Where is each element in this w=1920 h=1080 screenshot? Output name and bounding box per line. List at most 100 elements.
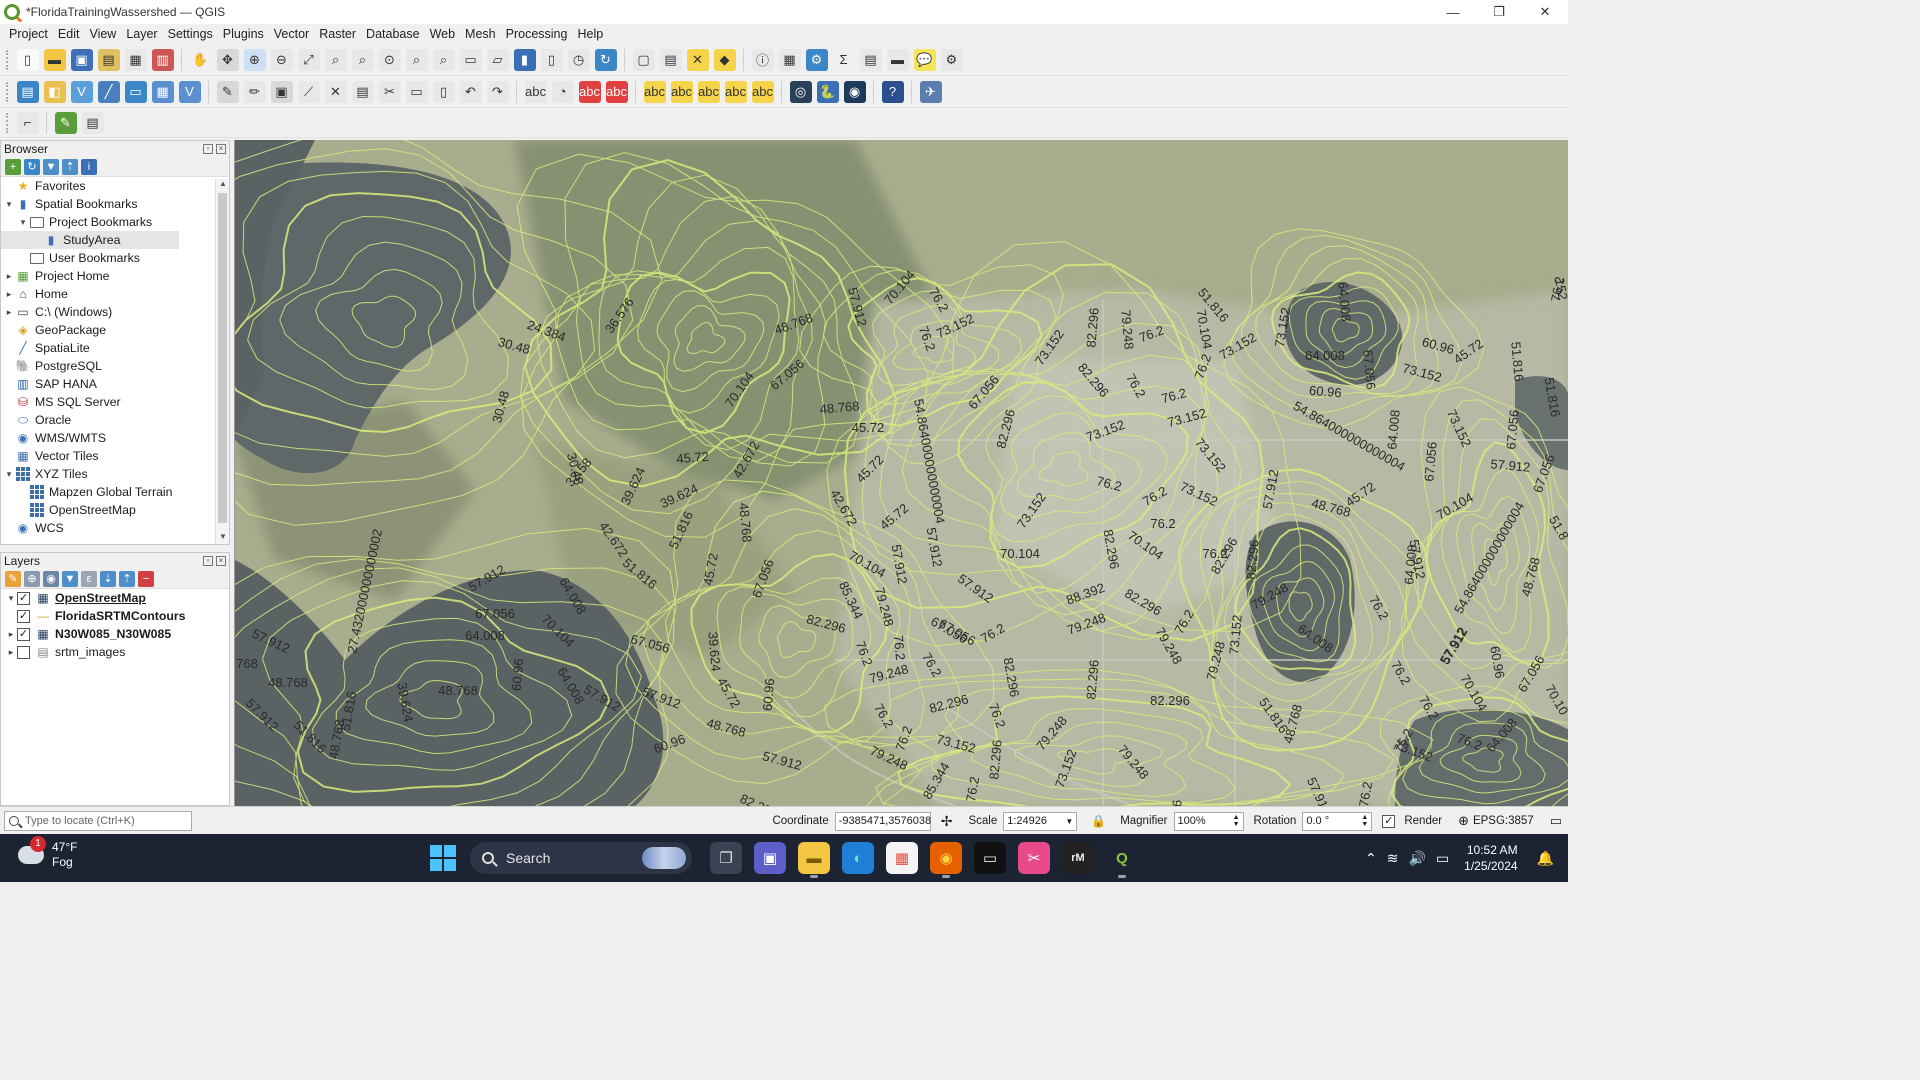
new-shapefile-layer-icon[interactable]: V [70, 80, 93, 103]
vertex-tool-icon[interactable]: ✕ [324, 80, 347, 103]
notification-bell-icon[interactable]: 🔔 [1537, 850, 1554, 867]
menu-database[interactable]: Database [361, 27, 425, 41]
menu-settings[interactable]: Settings [163, 27, 218, 41]
action-icon[interactable]: ⚙ [940, 48, 963, 71]
expand-arrow-icon[interactable]: ▾ [3, 199, 15, 210]
menu-vector[interactable]: Vector [269, 27, 314, 41]
browser-item[interactable]: ◉ WMS/WMTS [1, 429, 179, 447]
refresh-icon[interactable]: ↻ [24, 158, 40, 175]
add-selected-layers-icon[interactable]: + [5, 158, 21, 175]
toolbar-grip[interactable] [6, 49, 10, 70]
toolbar-grip[interactable] [6, 112, 10, 133]
teams-chat-icon[interactable]: ▣ [754, 842, 786, 874]
layer-visibility-checkbox[interactable]: ✓ [17, 591, 30, 605]
snipping-tool-icon[interactable]: ✂ [1018, 842, 1050, 874]
menu-processing[interactable]: Processing [501, 27, 573, 41]
battery-icon[interactable]: ▭ [1436, 850, 1449, 867]
lock-scale-icon[interactable]: 🔒 [1091, 814, 1106, 828]
pan-to-selection-icon[interactable]: ✥ [216, 48, 239, 71]
zoom-full-icon[interactable]: ⤢ [297, 48, 320, 71]
measure-line-icon[interactable]: ▬ [886, 48, 909, 71]
browser-item[interactable]: ▾ Project Bookmarks [1, 213, 179, 231]
map-canvas[interactable]: 48.768 36.576 24.384 30.48 57.912 70.104 76.2 7… [234, 140, 1568, 806]
refresh-map-icon[interactable]: ↻ [594, 48, 617, 71]
collapse-arrow-icon[interactable]: ▸ [3, 289, 15, 300]
float-panel-icon[interactable]: ▫ [203, 556, 213, 566]
file-explorer-icon[interactable]: ▬ [798, 842, 830, 878]
zoom-to-layer-icon[interactable]: ⌕ [351, 48, 374, 71]
save-as-icon[interactable]: ▤ [97, 48, 120, 71]
zoom-next-icon[interactable]: ⌕ [432, 48, 455, 71]
remove-layer-icon[interactable]: − [138, 570, 154, 587]
expand-arrow-icon[interactable]: ▾ [5, 593, 17, 604]
magnifier-spinbox[interactable]: 100% ▲ ▼ [1173, 811, 1244, 831]
browser-item[interactable]: Mapzen Global Terrain [1, 483, 179, 501]
minimize-button[interactable]: — [1430, 0, 1476, 24]
browser-item[interactable]: ╱ SpatiaLite [1, 339, 179, 357]
label-show-hide-icon[interactable]: abc [670, 80, 693, 103]
print-layout-icon[interactable]: ▦ [124, 48, 147, 71]
style-manager-icon[interactable]: ✎ [5, 570, 21, 587]
toggle-editing-icon[interactable]: ✏ [243, 80, 266, 103]
metasearch-icon[interactable]: ◎ [789, 80, 812, 103]
data-source-manager-icon[interactable]: ▤ [16, 80, 39, 103]
select-by-value-icon[interactable]: ▤ [659, 48, 682, 71]
plugin-table-icon[interactable]: ▤ [81, 111, 104, 134]
scale-combobox[interactable]: 1:24926 ▼ [1003, 811, 1078, 831]
float-panel-icon[interactable]: ▫ [203, 144, 213, 154]
menu-plugins[interactable]: Plugins [218, 27, 269, 41]
processing-toolbox-icon[interactable]: ⚙ [805, 48, 828, 71]
temporal-controller-icon[interactable]: ◷ [567, 48, 590, 71]
label-highlight-icon[interactable]: abc [578, 80, 601, 103]
messages-icon[interactable]: ▭ [1550, 813, 1562, 829]
new-3d-view-icon[interactable]: ▱ [486, 48, 509, 71]
rotation-spinbox[interactable]: 0.0 ° ▲ ▼ [1302, 811, 1373, 831]
terminal-icon[interactable]: ▭ [974, 842, 1006, 874]
select-features-icon[interactable]: ▢ [632, 48, 655, 71]
browser-item[interactable]: ◈ GeoPackage [1, 321, 179, 339]
coordinate-field[interactable]: -9385471,3576038 [834, 811, 931, 831]
scroll-up-icon[interactable]: ▲ [216, 179, 230, 191]
label-move-icon[interactable]: abc [643, 80, 666, 103]
firefox-icon[interactable]: ◉ [930, 842, 962, 878]
attribute-table-icon[interactable]: ▦ [778, 48, 801, 71]
render-checkbox[interactable]: ✓ [1382, 814, 1396, 828]
taskbar-search[interactable]: Search [470, 842, 692, 874]
browser-item[interactable]: OpenStreetMap [1, 501, 179, 519]
new-geopackage-layer-icon[interactable]: ◧ [43, 80, 66, 103]
undo-icon[interactable]: ↶ [459, 80, 482, 103]
browser-item[interactable]: 🐘 PostgreSQL [1, 357, 179, 375]
expand-arrow-icon[interactable]: ▾ [3, 469, 15, 480]
label-rotate-icon[interactable]: abc [697, 80, 720, 103]
toggle-extents-icon[interactable]: ✢ [941, 813, 953, 830]
browser-item[interactable]: ▾ XYZ Tiles [1, 465, 179, 483]
layer-row[interactable]: ▾ ✓ ▦ OpenStreetMap [1, 589, 229, 607]
new-virtual-layer-icon[interactable]: ▭ [124, 80, 147, 103]
crs-button[interactable]: EPSG:3857 [1473, 815, 1534, 827]
browser-item[interactable]: ◉ WCS [1, 519, 179, 537]
browser-item[interactable]: ▸ ▭ C:\ (Windows) [1, 303, 179, 321]
maximize-button[interactable]: ❐ [1476, 0, 1522, 24]
scroll-down-icon[interactable]: ▼ [216, 532, 230, 544]
layer-row[interactable]: ✓ — FloridaSRTMContours [1, 607, 229, 625]
filter-icon[interactable]: ▼ [43, 158, 59, 175]
close-panel-icon[interactable]: × [216, 144, 226, 154]
wifi-icon[interactable]: ≋ [1387, 850, 1399, 867]
save-project-icon[interactable]: ▣ [70, 48, 93, 71]
zoom-last-icon[interactable]: ⌕ [405, 48, 428, 71]
new-project-icon[interactable]: ▯ [16, 48, 39, 71]
remarkable-icon[interactable]: rM [1062, 842, 1094, 874]
manage-map-themes-icon[interactable]: ◉ [43, 570, 59, 587]
show-hidden-icons-chevron-icon[interactable]: ⌃ [1365, 850, 1377, 867]
open-project-icon[interactable]: ▬ [43, 48, 66, 71]
close-button[interactable]: ✕ [1522, 0, 1568, 24]
microsoft-store-icon[interactable]: ▦ [886, 842, 918, 874]
label-move-callout-icon[interactable]: abc [751, 80, 774, 103]
label-change-icon[interactable]: abc [724, 80, 747, 103]
add-vector-layer-icon[interactable]: V [178, 80, 201, 103]
menu-edit[interactable]: Edit [53, 27, 85, 41]
browser-item[interactable]: ▮ StudyArea [1, 231, 179, 249]
edge-browser-icon[interactable]: ◐ [842, 842, 874, 874]
field-calculator-icon[interactable]: ▤ [859, 48, 882, 71]
statistical-summary-icon[interactable]: Σ [832, 48, 855, 71]
